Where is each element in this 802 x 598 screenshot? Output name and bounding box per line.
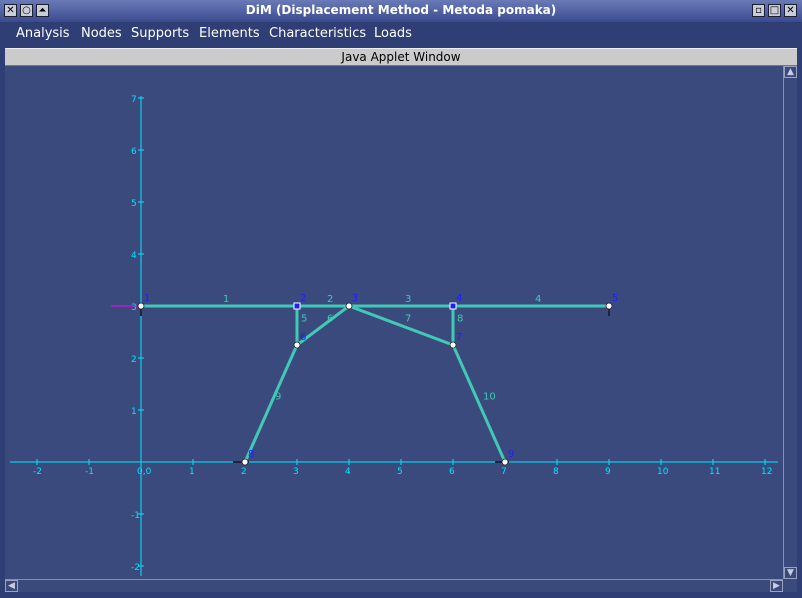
element-label: 7 (405, 314, 411, 325)
x-tick-label: 11 (709, 467, 720, 477)
x-tick-label: 1 (189, 467, 195, 477)
horizontal-scrollbar[interactable]: ◀ ▶ (5, 579, 783, 592)
node-label: 9 (508, 449, 514, 460)
menu-characteristics[interactable]: Characteristics (269, 26, 366, 41)
scroll-up-arrow-icon[interactable]: ▲ (784, 66, 797, 78)
node-label: 3 (352, 293, 358, 304)
element-label: 9 (275, 392, 281, 403)
close-window-icon[interactable]: ✕ (784, 4, 797, 17)
element-label: 8 (457, 314, 463, 325)
x-tick-label: 10 (657, 467, 669, 477)
x-tick-label: 7 (501, 467, 507, 477)
y-tick-label: 3 (131, 303, 137, 313)
menu-nodes[interactable]: Nodes (81, 26, 122, 41)
x-tick-label: 4 (345, 467, 351, 477)
y-tick-label: 2 (131, 355, 137, 365)
x-tick-label: 2 (241, 467, 247, 477)
x-tick-label: 6 (449, 467, 455, 477)
node-label: 5 (612, 293, 618, 304)
menu-loads[interactable]: Loads (374, 26, 412, 41)
window-title: DiM (Displacement Method - Metoda pomaka… (245, 3, 557, 17)
y-tick-label: -2 (131, 563, 140, 573)
scroll-right-arrow-icon[interactable]: ▶ (770, 580, 783, 592)
node-label: 6 (300, 332, 306, 343)
y-tick-label: 5 (131, 199, 137, 209)
element-label: 1 (223, 294, 229, 305)
node-label: 7 (456, 332, 462, 343)
title-bar: ✕ ○ ⏶ DiM (Displacement Method - Metoda … (0, 0, 802, 23)
y-tick-label: 7 (131, 95, 137, 105)
x-tick-label: 12 (761, 467, 772, 477)
element-9[interactable] (243, 344, 299, 463)
x-tick-label: 5 (397, 467, 403, 477)
drawing-canvas[interactable]: -2 -1 0,0 1 2 3 4 5 6 7 8 9 10 11 12 -2 -1 1 2 3 4 5 6 7 1 2 3 4 5 6 7… (5, 66, 783, 579)
element-label: 10 (483, 392, 496, 403)
x-tick-label: 0,0 (137, 467, 152, 477)
x-tick-label: 8 (553, 467, 559, 477)
element-label: 6 (327, 314, 333, 325)
x-tick-label: 3 (293, 467, 299, 477)
maximize-icon[interactable]: □ (768, 4, 781, 17)
applet-warning-label: Java Applet Window (341, 50, 461, 64)
element-label: 4 (535, 294, 541, 305)
minimize-icon[interactable]: ▫ (752, 4, 765, 17)
frame-bottom (0, 592, 802, 598)
y-tick-label: 6 (131, 147, 137, 157)
y-tick-label: 1 (131, 407, 137, 417)
menu-elements[interactable]: Elements (199, 26, 260, 41)
node-label: 8 (248, 449, 254, 460)
menu-bar: Analysis Nodes Supports Elements Charact… (0, 22, 802, 48)
x-tick-label: -2 (33, 467, 42, 477)
applet-warning-bar: Java Applet Window (5, 48, 797, 66)
element-label: 3 (405, 294, 411, 305)
vertical-scrollbar[interactable]: ▲ ▼ (783, 66, 797, 579)
node-label: 2 (300, 293, 306, 304)
element-label: 2 (327, 294, 333, 305)
scroll-corner (783, 579, 797, 592)
y-tick-label: -1 (131, 511, 140, 521)
element-label: 5 (301, 314, 307, 325)
scroll-down-arrow-icon[interactable]: ▼ (784, 567, 797, 579)
menu-analysis[interactable]: Analysis (16, 26, 70, 41)
element-7[interactable] (348, 304, 454, 347)
scroll-left-arrow-icon[interactable]: ◀ (5, 580, 18, 592)
node-label: 4 (456, 293, 462, 304)
structure-diagram[interactable]: -2 -1 0,0 1 2 3 4 5 6 7 8 9 10 11 12-2-112345671 2 3 45 6 7… (5, 66, 783, 579)
element-10[interactable] (451, 344, 507, 463)
node-label: 1 (144, 293, 150, 304)
y-tick-label: 4 (131, 251, 137, 261)
menu-supports[interactable]: Supports (131, 26, 189, 41)
x-tick-label: 9 (605, 467, 611, 477)
frame-right (797, 48, 802, 598)
x-tick-label: -1 (85, 467, 94, 477)
